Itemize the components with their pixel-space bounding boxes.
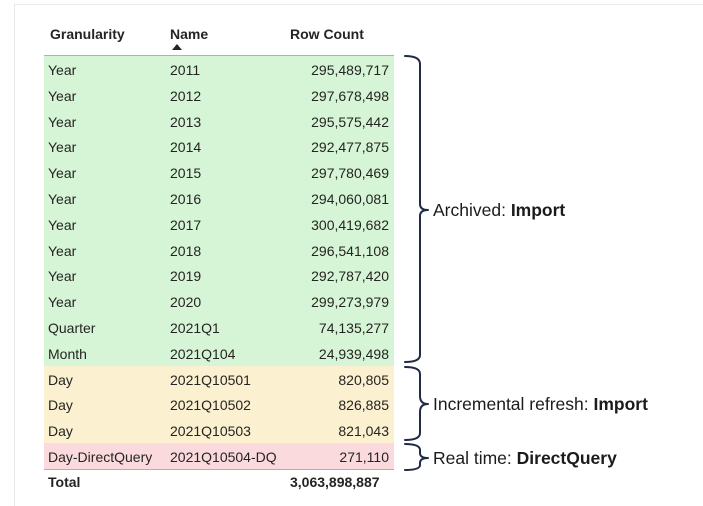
incremental-annotation-prefix: Incremental refresh: <box>433 394 594 414</box>
archived-annotation: Archived: Import <box>433 200 565 221</box>
realtime-annotation-mode: DirectQuery <box>516 448 617 468</box>
archived-annotation-prefix: Archived: <box>433 200 511 220</box>
realtime-bracket <box>404 443 429 471</box>
archived-bracket <box>404 55 429 363</box>
group-brackets <box>404 55 429 471</box>
realtime-annotation: Real time: DirectQuery <box>433 448 617 469</box>
incremental-bracket <box>404 366 429 441</box>
realtime-annotation-prefix: Real time: <box>433 448 517 468</box>
archived-annotation-mode: Import <box>510 200 566 220</box>
incremental-annotation-mode: Import <box>593 394 648 414</box>
incremental-annotation: Incremental refresh: Import <box>433 394 648 415</box>
